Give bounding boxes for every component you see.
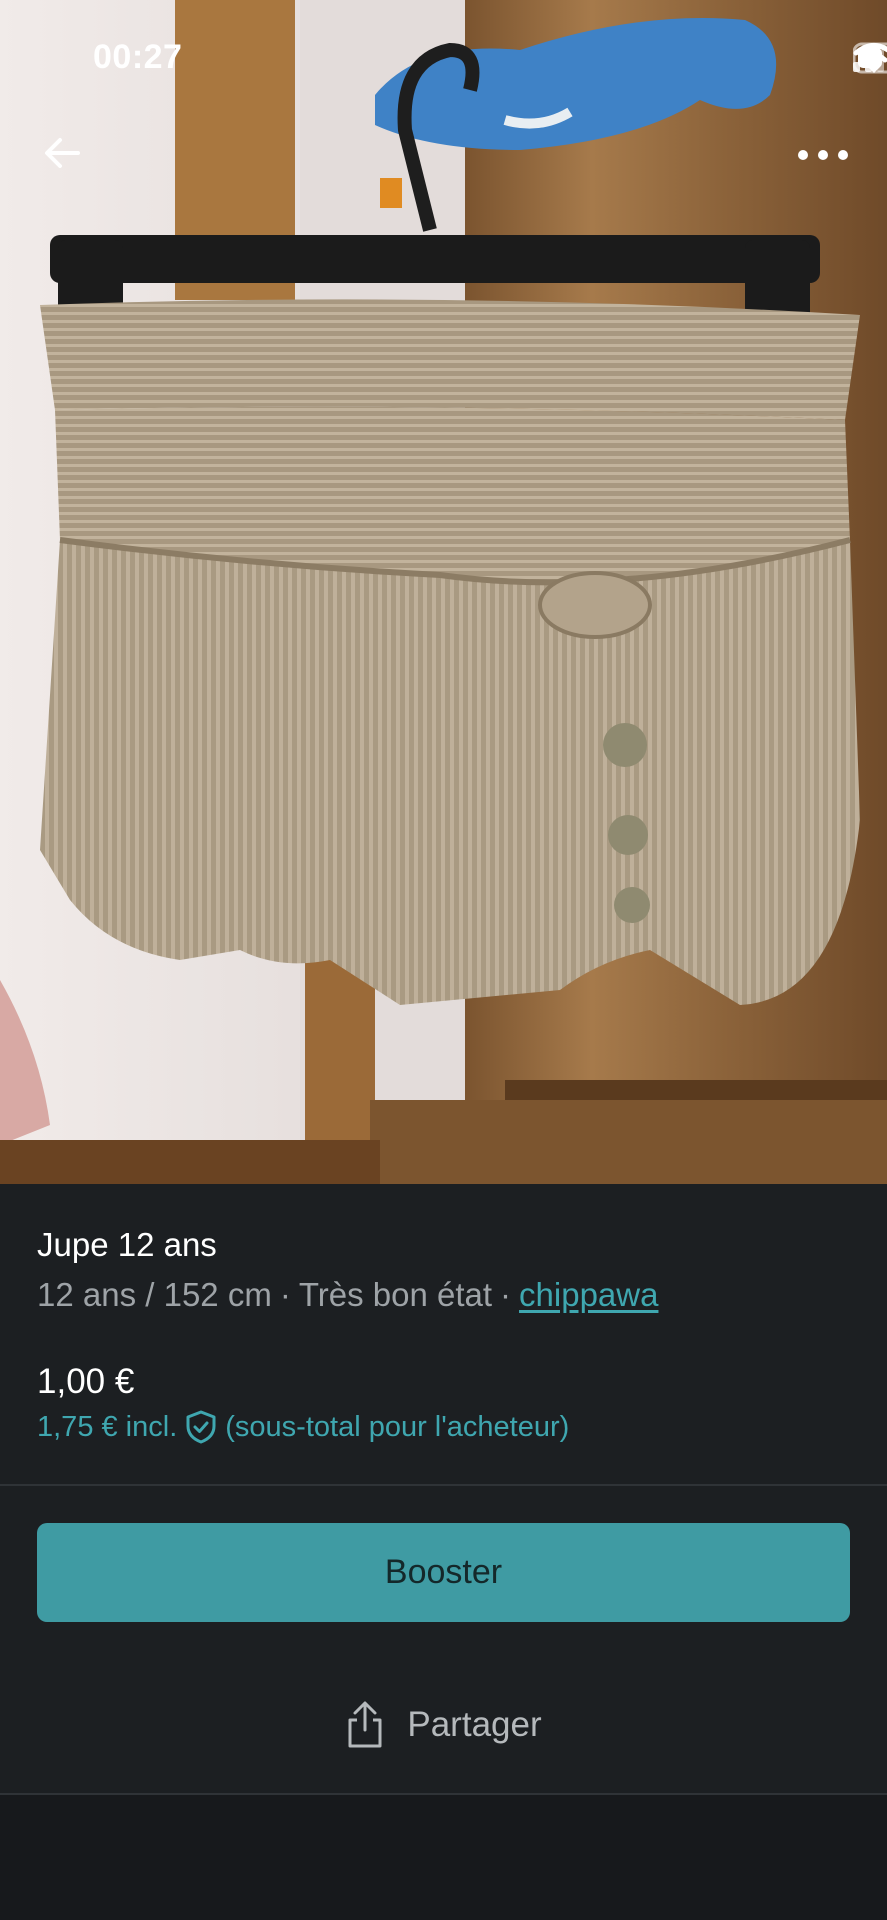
buyer-price-info[interactable]: 1,75 € incl. (sous-total pour l'acheteur… (37, 1410, 569, 1444)
battery-icon (853, 42, 887, 74)
meta-separator: · (279, 1276, 291, 1313)
share-button[interactable]: Partager (0, 1690, 887, 1760)
buyer-price-note: (sous-total pour l'acheteur) (225, 1410, 570, 1443)
item-price: 1,00 € (37, 1362, 135, 1401)
meta-separator: · (500, 1276, 512, 1313)
item-title: Jupe 12 ans (37, 1226, 217, 1263)
bottom-bar (0, 1795, 887, 1920)
divider (0, 1484, 887, 1486)
more-options-button[interactable] (793, 140, 853, 170)
listing-details: Jupe 12 ans 12 ans / 152 cm · Très bon éta… (0, 1184, 887, 1484)
share-label: Partager (407, 1705, 542, 1744)
item-size: 12 ans / 152 cm (37, 1276, 272, 1313)
more-horizontal-icon (798, 150, 848, 160)
buyer-price: 1,75 € incl. (37, 1410, 178, 1443)
share-icon (348, 1701, 382, 1748)
status-bar: 00:27 (0, 0, 887, 120)
skirt-photo-illustration (0, 0, 887, 1184)
back-button[interactable] (38, 128, 88, 178)
arrow-left-icon (45, 138, 80, 168)
shield-check-icon (186, 1410, 216, 1444)
seller-link[interactable]: chippawa (519, 1276, 658, 1313)
item-condition: Très bon état (298, 1276, 493, 1313)
status-time: 00:27 (93, 38, 183, 76)
booster-button[interactable]: Booster (37, 1523, 850, 1622)
item-meta: 12 ans / 152 cm · Très bon état · chippawa (37, 1276, 658, 1314)
listing-photo[interactable]: 00:27 (0, 0, 887, 1184)
